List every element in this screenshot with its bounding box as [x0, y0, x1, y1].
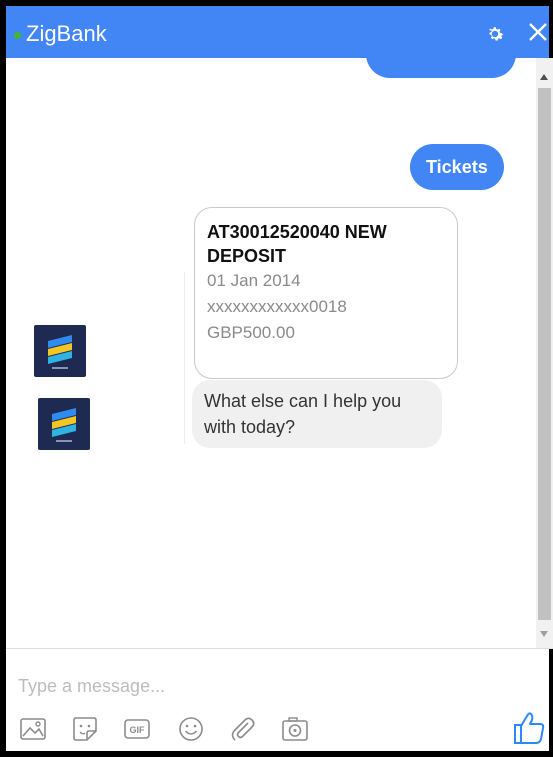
close-icon[interactable] [526, 20, 550, 44]
attachment-icon[interactable] [228, 714, 258, 744]
zigbank-logo-icon [48, 335, 72, 369]
ticket-account: xxxxxxxxxxxx0018 [207, 297, 347, 316]
ticket-card[interactable]: AT30012520040 NEW DEPOSIT 01 Jan 2014 xx… [194, 207, 458, 379]
scroll-thumb[interactable] [538, 88, 551, 620]
bot-avatar [38, 398, 90, 450]
bot-message: What else can I help you with today? [192, 380, 442, 448]
chat-title: ZigBank [26, 21, 107, 46]
user-message-tickets: Tickets [410, 144, 504, 190]
thumbs-up-icon[interactable] [512, 710, 546, 746]
zigbank-logo-icon [52, 408, 76, 442]
gif-label: GIF [130, 725, 146, 735]
message-input[interactable] [18, 670, 518, 702]
message-list[interactable]: Tickets AT30012520040 NEW DEPOSIT 01 Jan… [6, 58, 529, 648]
image-icon[interactable] [18, 714, 48, 744]
gear-icon[interactable] [484, 23, 506, 45]
chat-window: ZigBank Tickets AT30012520040 NEW DEPOSI… [0, 0, 553, 757]
scrollbar[interactable] [536, 58, 553, 648]
ticket-date: 01 Jan 2014 [207, 271, 301, 290]
sticker-icon[interactable] [70, 714, 100, 744]
camera-icon[interactable] [280, 714, 310, 744]
chat-header: ZigBank [6, 6, 549, 58]
ticket-title: AT30012520040 NEW DEPOSIT [207, 222, 387, 266]
gif-icon[interactable]: GIF [122, 714, 152, 744]
bot-avatar [34, 325, 86, 377]
ticket-amount: GBP500.00 [207, 323, 295, 342]
composer-divider [6, 648, 553, 649]
divider [184, 272, 185, 444]
scroll-up-arrow-icon[interactable] [540, 74, 548, 80]
emoji-icon[interactable] [176, 714, 206, 744]
scroll-down-arrow-icon[interactable] [540, 631, 548, 637]
online-status-dot [14, 32, 21, 39]
previous-message-bubble [366, 58, 516, 78]
